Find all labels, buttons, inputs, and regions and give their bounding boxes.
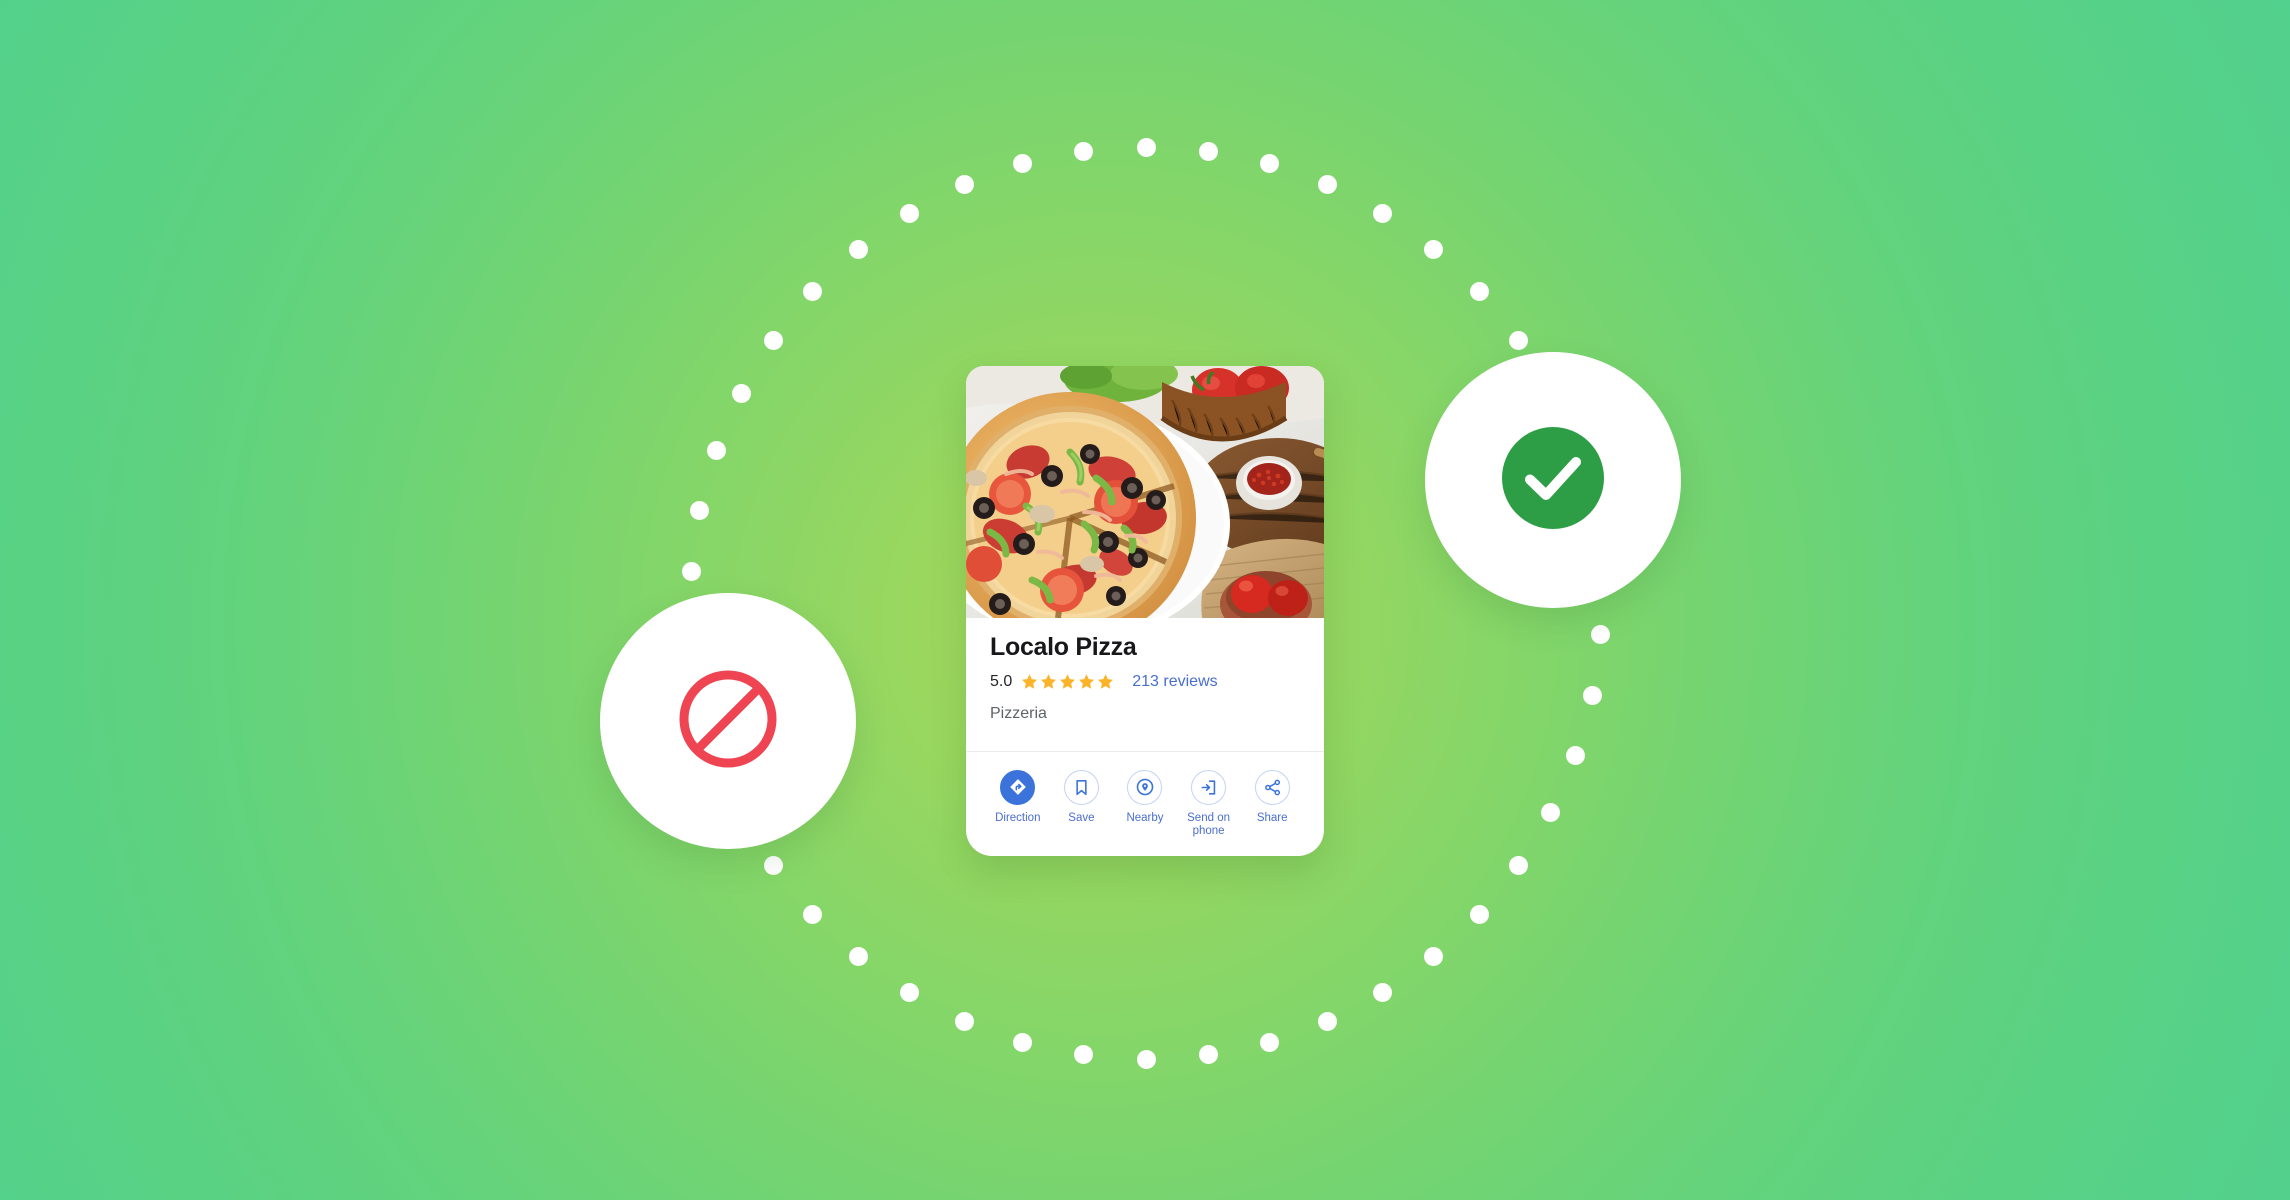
ring-dot — [1318, 1011, 1338, 1031]
place-photo — [966, 366, 1324, 618]
ring-dot — [1424, 239, 1444, 259]
ring-dot — [1013, 154, 1033, 174]
ring-dot — [803, 282, 823, 302]
ring-dot — [731, 383, 751, 403]
review-count-link[interactable]: 213 reviews — [1132, 673, 1217, 691]
star-icon — [1041, 674, 1057, 689]
star-icon — [1060, 674, 1076, 689]
action-share[interactable]: Share — [1240, 769, 1304, 825]
action-label: Send on phone — [1187, 811, 1230, 837]
action-label: Direction — [995, 811, 1041, 824]
illustration-canvas: Localo Pizza 5.0 213 reviews Pizzeria Di… — [0, 0, 2290, 1200]
action-label: Share — [1256, 811, 1288, 824]
action-label: Save — [1068, 811, 1095, 824]
ring-dot — [1591, 624, 1611, 644]
direction-arrow-icon — [1000, 769, 1036, 805]
ring-dot — [1259, 154, 1279, 174]
bookmark-icon — [1063, 769, 1099, 805]
action-nearby[interactable]: Nearby — [1113, 769, 1177, 825]
ring-dot — [954, 175, 974, 195]
action-direction[interactable]: Direction — [986, 769, 1050, 825]
ring-dot — [1509, 856, 1529, 876]
ring-dot — [954, 1011, 974, 1031]
ring-dot — [1582, 686, 1602, 706]
ring-dot — [1198, 1045, 1218, 1065]
ring-dot — [763, 856, 783, 876]
send-to-device-icon — [1191, 769, 1227, 805]
ring-dot — [1373, 983, 1393, 1003]
place-category: Pizzeria — [990, 704, 1047, 722]
deny-badge[interactable] — [600, 593, 856, 849]
action-bar: Direction Save Nearby Send on phone Shar… — [966, 752, 1324, 856]
star-icon — [1098, 674, 1114, 689]
prohibited-icon — [675, 666, 781, 777]
ring-dot — [1074, 141, 1094, 161]
action-save[interactable]: Save — [1050, 769, 1114, 825]
ring-dot — [1424, 947, 1444, 967]
ring-dot — [690, 500, 710, 520]
rating-row: 5.0 213 reviews — [990, 673, 1300, 691]
location-pin-icon — [1127, 769, 1163, 805]
check-circle-icon — [1502, 426, 1604, 534]
place-card[interactable]: Localo Pizza 5.0 213 reviews Pizzeria Di… — [966, 366, 1324, 856]
ring-dot — [848, 239, 868, 259]
ring-dot — [1566, 746, 1586, 766]
ring-dot — [899, 203, 919, 223]
share-icon — [1254, 769, 1290, 805]
ring-dot — [1541, 803, 1561, 823]
ring-dot — [1469, 282, 1489, 302]
rating-score: 5.0 — [990, 672, 1013, 690]
ring-dot — [763, 330, 783, 350]
ring-dot — [1198, 141, 1218, 161]
ring-dot — [706, 440, 726, 460]
approve-badge[interactable] — [1425, 352, 1681, 608]
card-body: Localo Pizza 5.0 213 reviews Pizzeria — [966, 618, 1324, 737]
star-rating — [1021, 673, 1114, 690]
ring-dot — [1259, 1032, 1279, 1052]
action-label: Nearby — [1126, 811, 1164, 824]
place-title: Localo Pizza — [990, 633, 1137, 661]
ring-dot — [1074, 1045, 1094, 1065]
ring-dot — [681, 562, 701, 582]
ring-dot — [803, 904, 823, 924]
star-icon — [1079, 674, 1095, 689]
ring-dot — [1318, 175, 1338, 195]
action-send-on-phone[interactable]: Send on phone — [1177, 769, 1241, 838]
ring-dot — [1136, 1049, 1156, 1069]
ring-dot — [1136, 137, 1156, 157]
ring-dot — [899, 983, 919, 1003]
ring-dot — [1509, 330, 1529, 350]
ring-dot — [1013, 1032, 1033, 1052]
ring-dot — [1373, 203, 1393, 223]
ring-dot — [1469, 904, 1489, 924]
ring-dot — [848, 947, 868, 967]
star-icon — [1022, 674, 1038, 689]
